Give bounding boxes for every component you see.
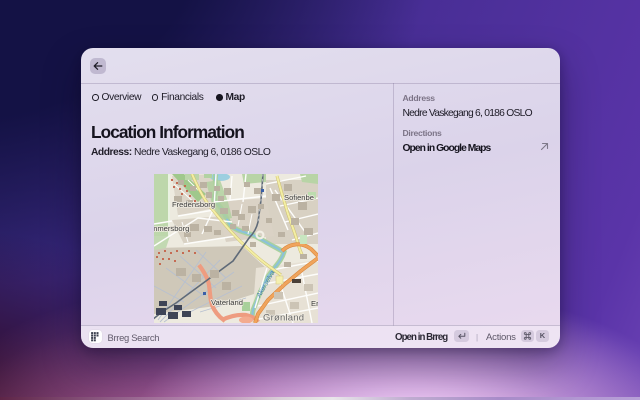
svg-text:En: En [311,299,318,308]
svg-text:Sofienbe: Sofienbe [284,193,314,202]
svg-text:Fredensborg: Fredensborg [172,200,215,209]
svg-text:Grønland: Grønland [263,313,304,324]
svg-text:Vaterland: Vaterland [211,298,243,307]
svg-text:mmersborg: mmersborg [154,224,189,233]
